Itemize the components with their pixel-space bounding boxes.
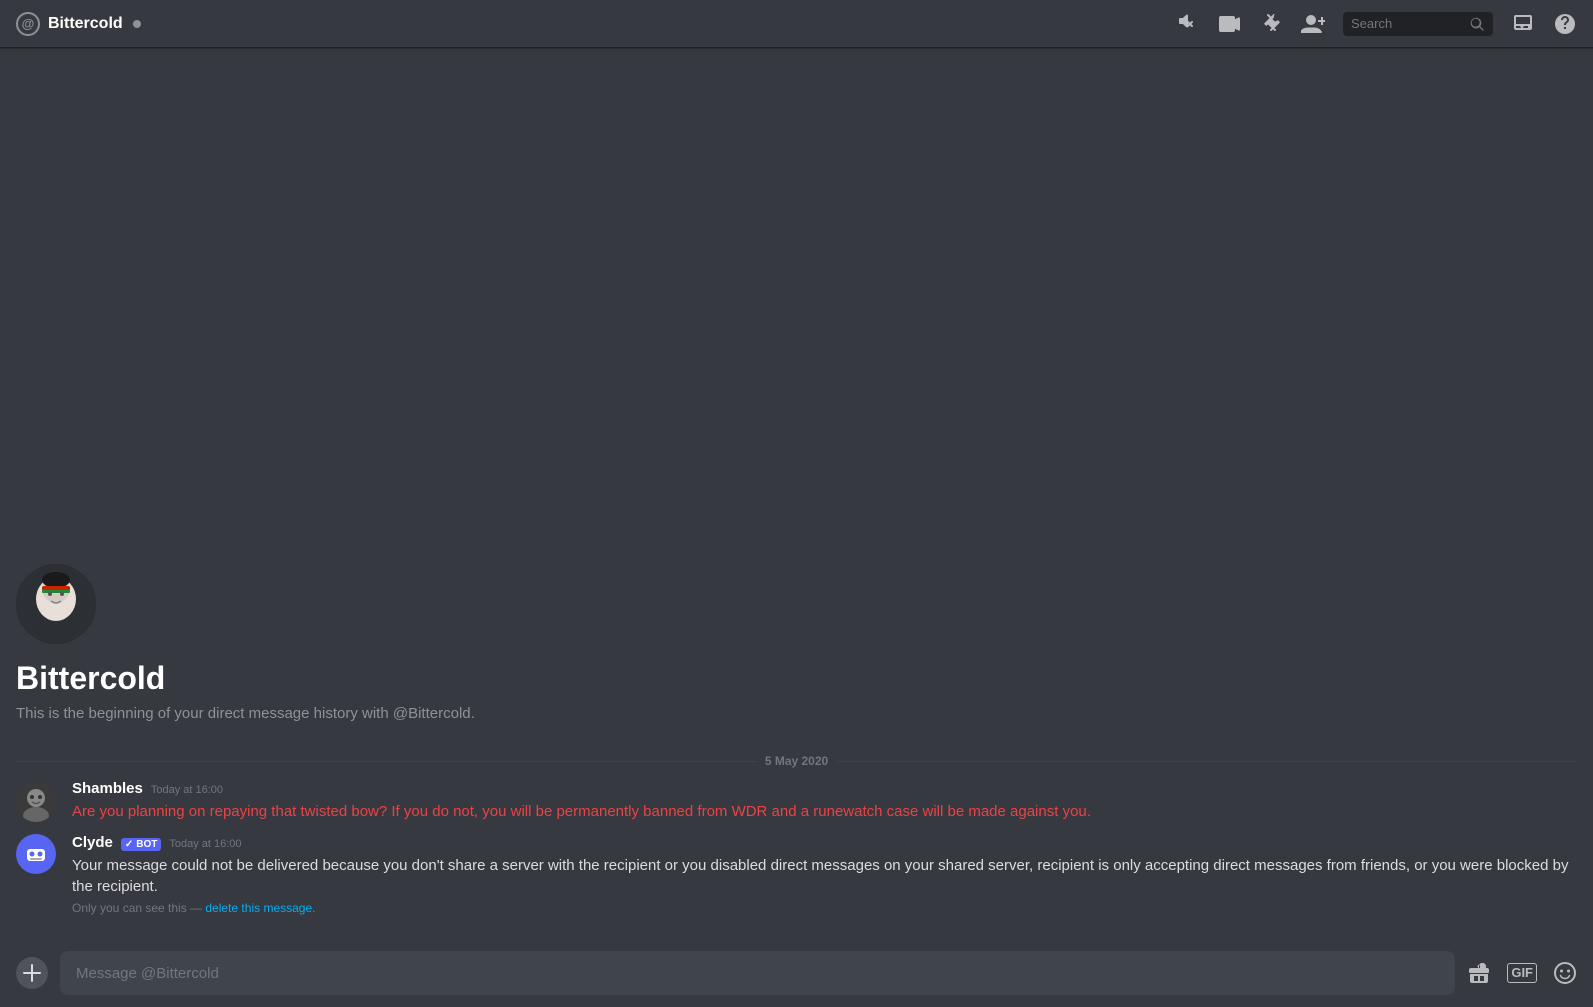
message-group-clyde: Clyde ✓ BOT Today at 16:00 Your message … — [0, 826, 1593, 923]
message-input-box[interactable]: Message @Bittercold — [60, 951, 1455, 995]
main-content: Bittercold This is the beginning of your… — [0, 48, 1593, 1007]
video-icon[interactable] — [1217, 12, 1241, 36]
gift-icon[interactable] — [1467, 961, 1491, 985]
date-divider-text: 5 May 2020 — [765, 754, 828, 768]
add-friend-icon[interactable] — [1301, 12, 1325, 36]
header-title: Bittercold — [48, 15, 123, 33]
shambles-avatar — [16, 782, 56, 822]
search-icon — [1469, 16, 1485, 32]
date-divider-line-right — [836, 761, 1577, 762]
shambles-message-content: Shambles Today at 16:00 Are you planning… — [72, 780, 1577, 822]
bottom-spacer — [0, 923, 1593, 939]
input-right-icons: GIF — [1467, 961, 1577, 985]
dm-mention: @Bittercold — [393, 705, 471, 722]
mute-icon[interactable] — [1175, 12, 1199, 36]
only-you-text: Only you can see this — — [72, 901, 205, 915]
clyde-message-text: Your message could not be delivered beca… — [72, 855, 1577, 897]
header-left: @ Bittercold — [16, 12, 1175, 36]
messages-area: Bittercold This is the beginning of your… — [0, 48, 1593, 939]
gif-icon[interactable]: GIF — [1507, 963, 1537, 983]
emoji-icon[interactable] — [1553, 961, 1577, 985]
clyde-avatar-image — [22, 840, 50, 868]
clyde-message-header: Clyde ✓ BOT Today at 16:00 — [72, 834, 1577, 851]
shambles-author: Shambles — [72, 780, 143, 797]
pin-icon[interactable] — [1259, 12, 1283, 36]
bot-badge: ✓ BOT — [121, 838, 162, 851]
system-note: Only you can see this — delete this mess… — [72, 901, 1577, 915]
dm-avatar — [16, 564, 96, 644]
date-divider-line-left — [16, 761, 757, 762]
add-attachment-button[interactable] — [16, 957, 48, 989]
dm-at-icon: @ — [16, 12, 40, 36]
header-status-dot — [133, 20, 141, 28]
dm-description-text-end: . — [471, 705, 475, 722]
header-right: Search — [1175, 12, 1577, 36]
plus-icon — [23, 964, 41, 982]
clyde-timestamp: Today at 16:00 — [169, 838, 241, 850]
inbox-icon[interactable] — [1511, 12, 1535, 36]
message-group-shambles: Shambles Today at 16:00 Are you planning… — [0, 776, 1593, 826]
shambles-avatar-image — [16, 782, 56, 822]
search-placeholder: Search — [1351, 16, 1463, 31]
shambles-timestamp: Today at 16:00 — [151, 784, 223, 796]
dm-description: This is the beginning of your direct mes… — [16, 705, 1577, 722]
date-divider: 5 May 2020 — [0, 746, 1593, 776]
bot-badge-check: ✓ — [125, 839, 133, 850]
search-bar[interactable]: Search — [1343, 12, 1493, 36]
clyde-author: Clyde — [72, 834, 113, 851]
dm-intro: Bittercold This is the beginning of your… — [0, 548, 1593, 746]
dm-avatar-image — [16, 564, 96, 644]
help-icon[interactable] — [1553, 12, 1577, 36]
clyde-message-content: Clyde ✓ BOT Today at 16:00 Your message … — [72, 834, 1577, 915]
dm-description-text-start: This is the beginning of your direct mes… — [16, 705, 393, 722]
input-area: Message @Bittercold GIF — [0, 939, 1593, 1007]
dm-name: Bittercold — [16, 660, 1577, 697]
clyde-avatar — [16, 834, 56, 874]
message-input-placeholder: Message @Bittercold — [76, 965, 219, 982]
delete-message-link[interactable]: delete this message. — [205, 901, 315, 915]
shambles-message-text: Are you planning on repaying that twiste… — [72, 801, 1577, 822]
header: @ Bittercold Search — [0, 0, 1593, 48]
shambles-message-header: Shambles Today at 16:00 — [72, 780, 1577, 797]
dm-avatar-container — [16, 564, 1577, 644]
bot-badge-text: BOT — [136, 839, 157, 850]
